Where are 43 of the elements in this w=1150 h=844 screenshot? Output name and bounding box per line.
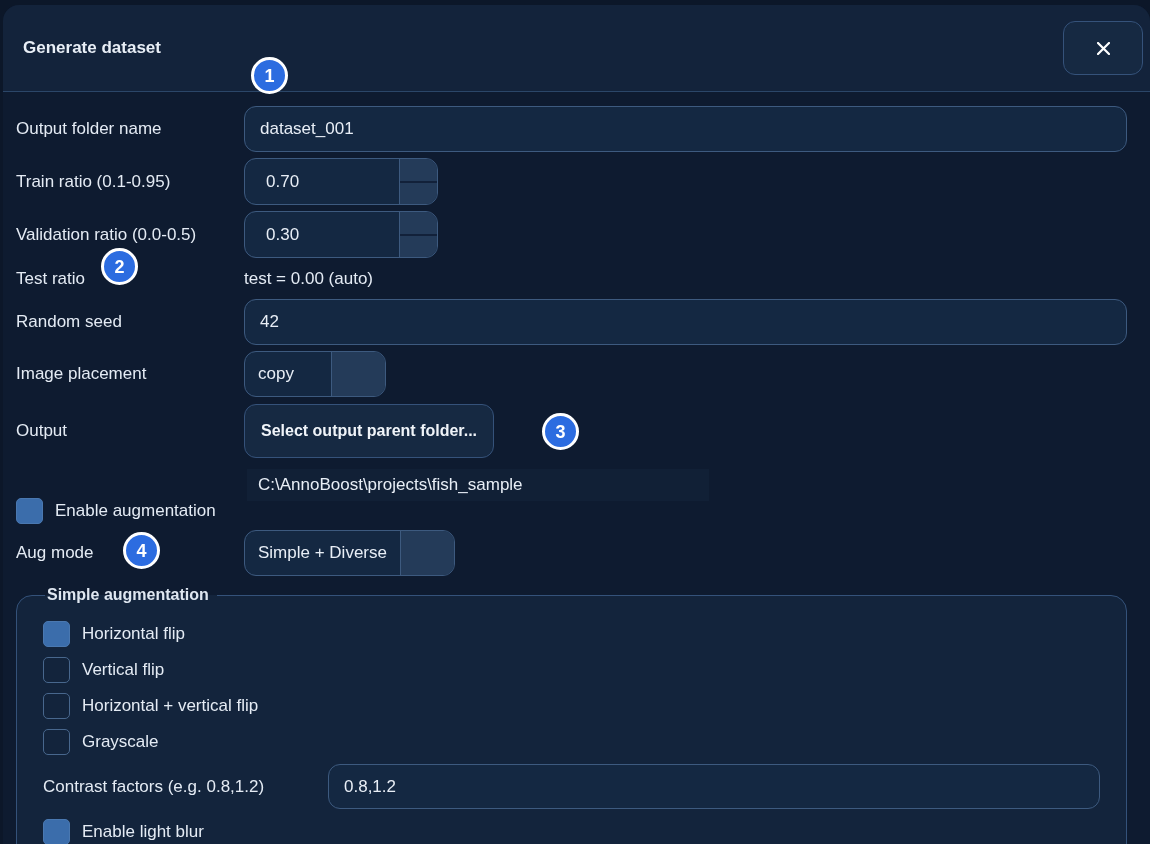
callout-marker: 3	[542, 413, 579, 450]
field-label: Output	[16, 421, 68, 441]
field-label: Image placement	[16, 364, 147, 384]
field-label: Random seed	[16, 312, 122, 332]
checkbox-label: Horizontal flip	[82, 623, 185, 646]
spin-field[interactable]: 0.70	[244, 158, 438, 205]
dropdown-toggle[interactable]	[331, 352, 385, 396]
text-input[interactable]: 0.8,1.2	[328, 764, 1100, 809]
field-label: Validation ratio (0.0-0.5)	[16, 224, 197, 244]
callout-marker: 4	[123, 532, 160, 569]
checkbox-label: Enable augmentation	[55, 500, 216, 523]
checkbox-label: Enable light blur	[82, 821, 204, 844]
text-input[interactable]: dataset_001	[244, 106, 1127, 152]
callout-marker: 2	[101, 248, 138, 285]
field-label: Aug mode	[16, 543, 94, 563]
checkbox[interactable]	[43, 657, 70, 683]
close-button[interactable]	[1063, 21, 1143, 75]
ratio-value: test = 0.00 (auto)	[244, 267, 373, 290]
checkbox[interactable]	[43, 819, 70, 844]
checkbox-label: Horizontal + vertical flip	[82, 695, 259, 718]
folder-path-text: C:\AnnoBoost\projects\fish_sample	[247, 469, 709, 501]
dropdown-toggle[interactable]	[399, 531, 454, 575]
select-folder-button[interactable]: Select output parent folder...	[244, 404, 495, 458]
checkbox[interactable]	[16, 498, 43, 524]
checkbox[interactable]	[43, 693, 70, 719]
spin-field[interactable]: 0.30	[244, 211, 438, 258]
dialog-title: Generate dataset	[23, 37, 161, 60]
dropdown-field[interactable]: copy	[244, 351, 386, 397]
spin-down-button[interactable]	[400, 233, 437, 257]
close-icon	[1096, 41, 1110, 55]
spin-up-button[interactable]	[400, 159, 437, 181]
field-label: Train ratio (0.1-0.95)	[16, 171, 171, 191]
field-label: Test ratio	[16, 268, 85, 288]
dropdown-field[interactable]: Simple + Diverse	[244, 530, 455, 576]
spin-down-button[interactable]	[400, 180, 437, 204]
checkbox-label: Vertical flip	[82, 659, 165, 682]
field-label: Output folder name	[16, 119, 162, 139]
checkbox[interactable]	[43, 621, 70, 647]
checkbox-label: Grayscale	[82, 731, 159, 754]
text-input[interactable]: 42	[244, 299, 1127, 345]
spin-up-button[interactable]	[400, 212, 437, 234]
checkbox[interactable]	[43, 729, 70, 755]
field-label: Contrast factors (e.g. 0.8,1.2)	[43, 776, 265, 796]
